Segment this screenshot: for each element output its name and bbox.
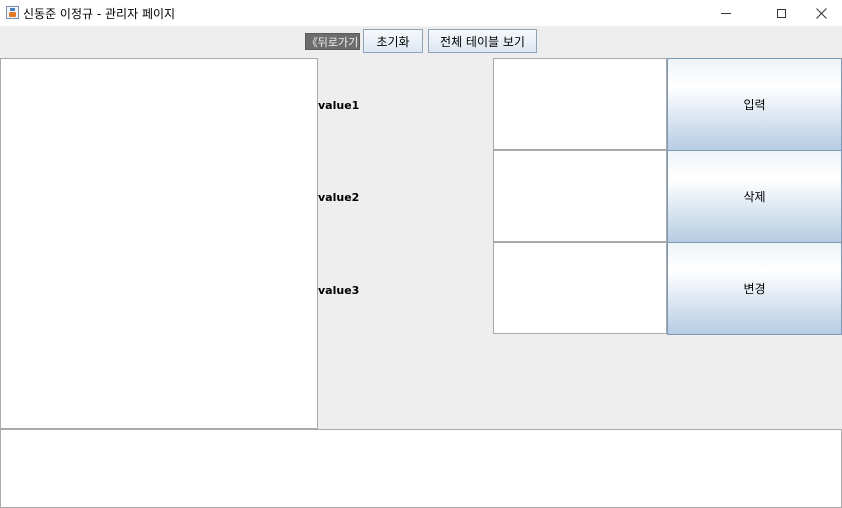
status-output-area[interactable] [0, 429, 842, 508]
value3-label: value3 [318, 284, 360, 297]
value1-label: value1 [318, 99, 360, 112]
view-all-table-button[interactable]: 전체 테이블 보기 [428, 29, 537, 53]
value2-input[interactable] [493, 150, 667, 242]
delete-button[interactable]: 삭제 [667, 150, 842, 243]
table-display-area[interactable] [0, 58, 318, 429]
reset-button[interactable]: 초기화 [363, 29, 423, 53]
close-button[interactable] [798, 0, 842, 26]
value3-input[interactable] [493, 242, 667, 334]
back-button[interactable]: 《뒤로가기 [305, 33, 360, 50]
java-cup-icon [6, 6, 19, 19]
value2-label: value2 [318, 191, 360, 204]
title-bar: 신동준 이정규 - 관리자 페이지 [0, 0, 842, 26]
window-title: 신동준 이정규 - 관리자 페이지 [23, 7, 176, 21]
minimize-button[interactable] [703, 0, 749, 26]
minimize-icon [721, 12, 731, 14]
main-panel: 《뒤로가기 초기화 전체 테이블 보기 value1 value2 value3… [0, 26, 842, 508]
update-button[interactable]: 변경 [667, 242, 842, 335]
maximize-icon [776, 8, 786, 18]
insert-button[interactable]: 입력 [667, 58, 842, 151]
value1-input[interactable] [493, 58, 667, 150]
close-icon [815, 7, 827, 19]
